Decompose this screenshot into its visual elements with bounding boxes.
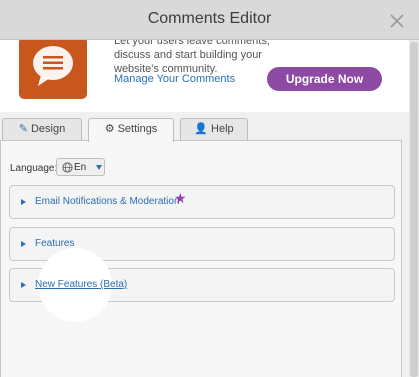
caret-right-icon: [21, 199, 26, 205]
caret-right-icon: [21, 241, 26, 247]
star-badge-icon: ★: [174, 190, 187, 206]
user-icon: 👤: [194, 123, 209, 135]
close-button[interactable]: [389, 13, 405, 29]
tab-settings-label: Settings: [117, 123, 158, 135]
tab-settings[interactable]: ⚙ Settings: [88, 118, 174, 142]
tab-help[interactable]: 👤 Help: [180, 118, 248, 140]
section-features-label: Features: [35, 238, 75, 249]
brush-icon: ✎: [18, 123, 28, 135]
tab-help-label: Help: [211, 123, 234, 135]
scrollbar[interactable]: [409, 40, 419, 377]
section-email-notifications[interactable]: Email Notifications & Moderation ★: [9, 185, 395, 219]
chevron-down-icon: [96, 165, 102, 170]
language-select[interactable]: En: [56, 158, 105, 176]
scrollbar-thumb[interactable]: [410, 42, 418, 377]
app-banner: Let your users leave comments, discuss a…: [0, 40, 409, 112]
tab-design-label: Design: [30, 123, 66, 135]
editor-header: Comments Editor: [0, 0, 419, 40]
upgrade-now-button[interactable]: Upgrade Now: [267, 67, 382, 91]
gear-icon: ⚙: [104, 123, 115, 135]
section-new-features-label[interactable]: New Features (Beta): [35, 279, 127, 290]
language-value: En: [74, 162, 87, 173]
tabs-area: ✎ Design ⚙ Settings 👤 Help Language: En Ema…: [0, 112, 409, 377]
tab-design[interactable]: ✎ Design: [2, 118, 82, 140]
close-icon: [390, 14, 404, 28]
language-label: Language:: [10, 163, 58, 174]
caret-right-icon: [21, 282, 26, 288]
comments-app-icon: [19, 40, 87, 99]
speech-bubble-icon: [33, 46, 73, 86]
globe-icon: [62, 162, 73, 173]
banner-description: Let your users leave comments, discuss a…: [114, 40, 270, 75]
section-email-notifications-label: Email Notifications & Moderation: [35, 196, 180, 207]
editor-title: Comments Editor: [147, 10, 272, 27]
manage-comments-link[interactable]: Manage Your Comments: [114, 73, 235, 85]
